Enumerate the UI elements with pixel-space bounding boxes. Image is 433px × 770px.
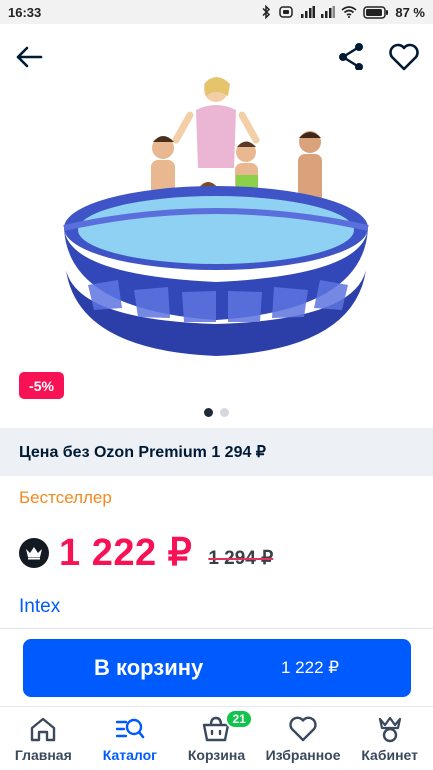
tab-favorites-label: Избранное: [265, 747, 341, 763]
current-price: 1 222 ₽: [59, 532, 193, 574]
cabinet-crown-icon: [378, 716, 401, 743]
heart-icon: [389, 43, 419, 71]
cart-panel: В корзину 1 222 ₽: [0, 628, 433, 706]
pagination-dot-1[interactable]: [204, 408, 213, 417]
inflatable-pool-illustration: [58, 70, 374, 366]
battery-percent: 87 %: [395, 4, 425, 20]
discount-badge: -5%: [19, 372, 64, 399]
tab-catalog[interactable]: Каталог: [87, 707, 174, 770]
tab-cart-label: Корзина: [187, 747, 246, 763]
premium-price-text: Цена без Ozon Premium 1 294 ₽: [19, 444, 266, 461]
pagination-dot-2[interactable]: [220, 408, 229, 417]
heart-icon: [289, 716, 317, 742]
add-to-cart-label: В корзину: [94, 655, 204, 680]
price-row: 1 222 ₽ 1 294 ₽: [19, 530, 273, 575]
status-bar: 16:33 87 %: [0, 0, 433, 24]
tab-cabinet[interactable]: Кабинет: [346, 707, 433, 770]
tab-cabinet-label: Кабинет: [361, 747, 418, 763]
bestseller-label: Бестселлер: [19, 488, 112, 507]
signal-icon-2: [321, 6, 336, 18]
bluetooth-icon: [262, 5, 271, 19]
product-screen: 16:33 87 % -5% Цена без Ozon Premium 1 2…: [0, 0, 433, 770]
crown-icon: [26, 546, 42, 559]
signal-icon: [301, 6, 316, 18]
tab-cart[interactable]: 21 Корзина: [173, 707, 260, 770]
favorite-button[interactable]: [384, 37, 424, 77]
arrow-left-icon: [16, 46, 43, 68]
brand-link[interactable]: Intex: [19, 596, 60, 618]
image-pagination: [0, 408, 433, 417]
tab-home-label: Главная: [14, 747, 72, 763]
tab-home[interactable]: Главная: [0, 707, 87, 770]
tab-catalog-label: Каталог: [102, 747, 158, 763]
share-icon: [339, 43, 363, 71]
bottom-tab-bar: Главная Каталог 21 Корзина Избранное Каб…: [0, 706, 433, 770]
premium-price-strip[interactable]: Цена без Ozon Premium 1 294 ₽: [0, 428, 433, 476]
add-to-cart-button[interactable]: В корзину 1 222 ₽: [23, 639, 411, 697]
premium-crown-badge: [19, 537, 49, 568]
back-button[interactable]: [9, 37, 49, 77]
vibrate-icon: [279, 6, 294, 18]
product-image[interactable]: [58, 70, 374, 366]
old-price: 1 294 ₽: [208, 548, 274, 569]
add-to-cart-price: 1 222 ₽: [281, 658, 340, 677]
wifi-icon: [341, 6, 357, 18]
tab-favorites[interactable]: Избранное: [260, 707, 347, 770]
catalog-search-icon: [115, 718, 145, 739]
status-icons: 87 %: [261, 5, 425, 20]
home-icon: [31, 717, 56, 742]
status-time: 16:33: [8, 4, 42, 20]
battery-icon: [363, 5, 389, 19]
cart-count-badge: 21: [225, 709, 253, 729]
